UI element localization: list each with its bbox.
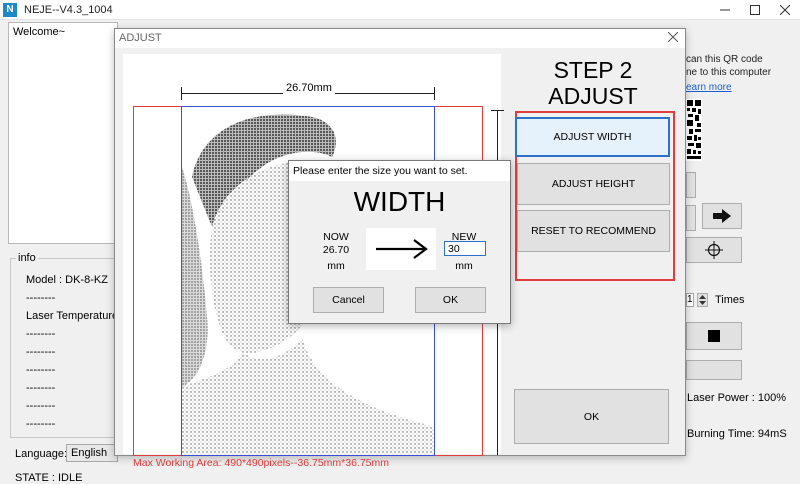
dimension-tick [434,87,435,100]
close-icon [780,5,790,15]
times-input[interactable]: 1 [686,293,694,307]
new-width-input[interactable] [444,241,486,256]
language-select[interactable]: English [66,444,118,462]
width-dialog-heading: WIDTH [353,186,446,217]
arrow-panel [366,228,436,270]
width-dialog-prompt: Please enter the size you want to set. [293,165,468,177]
width-dialog-title-bar: Please enter the size you want to set. [289,161,510,181]
width-ok-button[interactable]: OK [415,287,486,313]
adjust-width-button[interactable]: ADJUST WIDTH [515,117,670,157]
step-number: STEP 2 [553,57,633,83]
background-button[interactable] [686,360,742,380]
close-icon [667,31,679,43]
info-legend: info [16,252,38,264]
status-text: STATE : IDLE [15,472,83,484]
step-name: ADJUST [548,83,638,109]
width-dialog: Please enter the size you want to set. W… [288,160,511,324]
burning-time-label: Burning Time: 94mS [687,428,787,440]
qr-instruction-line: ne to this computer [686,67,772,78]
laser-power-label: Laser Power : 100% [687,392,787,404]
max-working-area-text: Max Working Area: 490*490pixels--36.75mm… [133,457,390,469]
qr-code-icon [686,99,702,161]
times-stepper[interactable] [697,293,708,307]
main-title-bar: N NEJE--V4.3_1004 [0,0,800,20]
info-model: Model : DK-8-KZ [26,274,108,286]
step-title: STEP 2 ADJUST [513,57,673,109]
arrow-right-icon [713,209,731,223]
qr-instruction-line: can this QR code [686,54,763,65]
info-line: -------- [26,382,56,394]
info-line: -------- [26,328,56,340]
window-title: NEJE--V4.3_1004 [24,4,113,16]
background-button[interactable] [686,205,696,231]
adjust-close-button[interactable] [665,30,681,46]
now-label: NOW [323,231,349,243]
info-line: -------- [26,364,56,376]
stop-button[interactable] [686,322,742,350]
learn-more-link[interactable]: earn more [686,82,732,93]
stepper-arrows-icon [699,295,706,305]
maximize-icon [750,5,760,15]
welcome-text: Welcome~ [13,26,66,38]
move-right-button[interactable] [702,203,742,229]
info-line: -------- [26,400,56,412]
times-label: Times [715,294,745,306]
reset-to-recommend-button[interactable]: RESET TO RECOMMEND [517,210,670,252]
minimize-button[interactable] [710,0,740,20]
info-line: -------- [26,346,56,358]
info-line: -------- [26,292,56,304]
info-line: -------- [26,418,56,430]
stop-icon [708,330,720,342]
adjust-dialog-title: ADJUST [119,32,162,44]
arrow-right-icon [376,239,428,259]
position-button[interactable] [686,237,742,263]
width-dimension-label: 26.70mm [283,82,335,94]
now-unit: mm [327,260,345,272]
background-button[interactable] [686,172,696,198]
cancel-button[interactable]: Cancel [313,287,384,313]
new-unit: mm [455,260,473,272]
adjust-ok-button[interactable]: OK [514,389,669,444]
close-window-button[interactable] [770,0,800,20]
crosshair-icon [705,241,723,259]
app-logo-icon: N [3,3,17,17]
maximize-button[interactable] [740,0,770,20]
now-value: 26.70 [322,244,350,256]
welcome-log[interactable]: Welcome~ [8,22,118,244]
language-label: Language: [15,448,67,460]
minimize-icon [720,9,730,11]
adjust-height-button[interactable]: ADJUST HEIGHT [517,163,670,205]
adjust-dialog-title-bar: ADJUST [115,29,685,48]
